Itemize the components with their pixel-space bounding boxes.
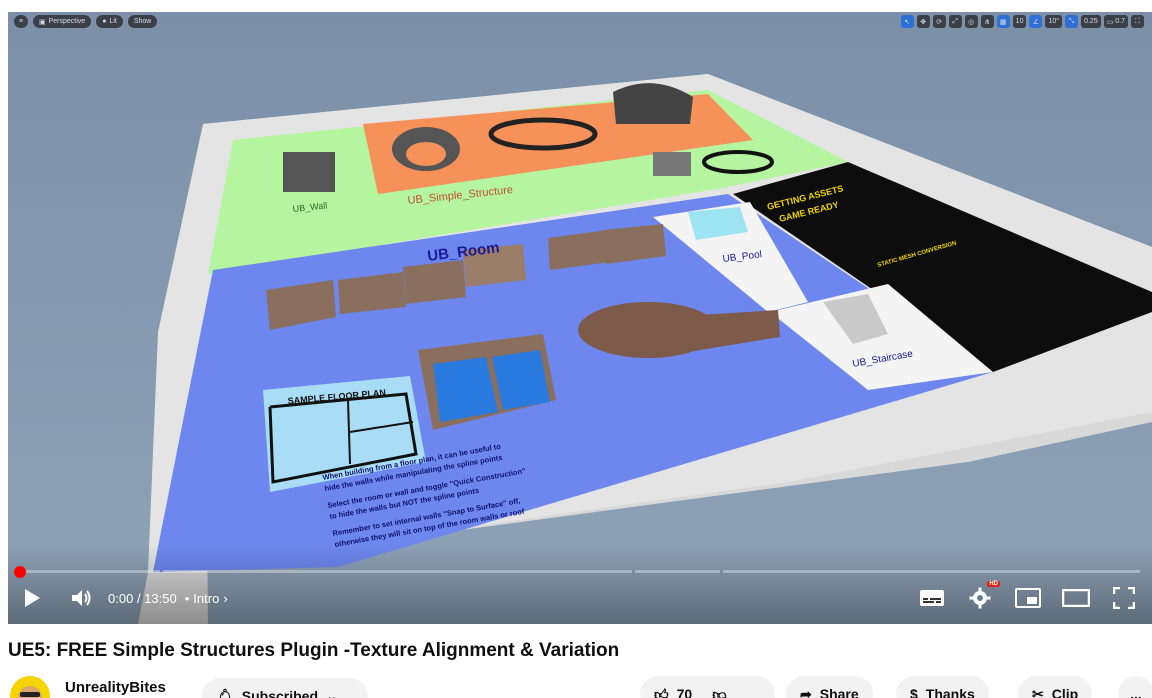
chapter-button[interactable]: • Intro › [185, 591, 228, 606]
hd-badge: HD [987, 581, 1000, 587]
scale-snap-icon: ⤡ [1068, 17, 1075, 25]
ue-perspective-button[interactable]: ▣ Perspective [33, 15, 92, 28]
ue-grid-snap-toggle[interactable]: ▦ [996, 15, 1010, 28]
youtube-watch-page: UB_Room SAMPLE FLOOR PLAN UB_Pool UB_Sta… [0, 0, 1152, 698]
fullscreen-button[interactable] [1108, 584, 1140, 612]
share-icon: ➦ [800, 685, 812, 698]
like-button[interactable]: 👍︎ 70 👎︎ [640, 676, 775, 698]
progress-bar[interactable] [20, 570, 1140, 573]
channel-name[interactable]: UnrealityBites [65, 679, 166, 696]
camera-icon: ▭ [1106, 18, 1114, 26]
ue-world-local-toggle[interactable]: ◎ [964, 15, 978, 28]
ue-viewport-toolbar-right: ↖ ✥ ⟳ ⤢ ◎ ⋔ ▦ 10 ∠ 10° ⤡ 0.25 ▭ 0.7 ⛶ [900, 15, 1144, 28]
room-model-3 [403, 260, 466, 304]
more-icon: ... [1130, 686, 1142, 698]
chapter-segment[interactable] [722, 570, 1140, 573]
volume-icon [72, 590, 91, 606]
video-meta-row: UnrealityBites 🔔︎ Subscribed ⌄ 👍︎ 70 👎︎ … [8, 672, 1152, 698]
ue-viewport-toolbar-left: ≡ ▣ Perspective ● Lit Show [14, 15, 158, 28]
thumbs-up-icon: 👍︎ [654, 685, 669, 698]
ue-show-button[interactable]: Show [127, 15, 158, 28]
ue-scale-tool[interactable]: ⤢ [948, 15, 962, 28]
settings-button[interactable]: HD [964, 581, 1000, 612]
video-title: UE5: FREE Simple Structures Plugin -Text… [8, 640, 620, 661]
chapter-segment[interactable] [20, 570, 160, 573]
ue-camera-speed[interactable]: ▭ 0.7 [1103, 15, 1128, 28]
unreal-viewport: UB_Room SAMPLE FLOOR PLAN UB_Pool UB_Sta… [8, 12, 1152, 624]
bell-icon: 🔔︎ [216, 687, 234, 698]
grid-icon: ▦ [999, 18, 1007, 26]
angle-icon: ∠ [1032, 18, 1040, 26]
ue-scale-snap-value[interactable]: 0.25 [1081, 15, 1101, 28]
play-button[interactable] [16, 584, 48, 612]
rotate-icon: ⟳ [936, 18, 943, 26]
player-controls-right: HD [916, 581, 1140, 612]
chapter-segment[interactable] [634, 570, 720, 573]
wall-model [283, 152, 335, 192]
fullscreen-icon [1113, 587, 1135, 609]
time-display: 0:00 / 13:50 [108, 590, 177, 606]
share-button[interactable]: ➦ Share [786, 676, 873, 698]
thanks-button[interactable]: $ Thanks [896, 676, 989, 698]
move-icon: ✥ [920, 18, 927, 26]
ue-move-tool[interactable]: ✥ [916, 15, 930, 28]
captions-icon [920, 590, 944, 606]
subtitles-button[interactable] [916, 584, 948, 612]
ue-grid-snap-value[interactable]: 10 [1012, 15, 1027, 28]
ue-lit-button[interactable]: ● Lit [96, 15, 123, 28]
hamburger-icon: ≡ [18, 18, 24, 25]
ue-select-tool[interactable]: ↖ [900, 15, 914, 28]
subscribed-button[interactable]: 🔔︎ Subscribed ⌄ [202, 678, 368, 698]
chevron-right-icon: › [223, 590, 228, 606]
gear-icon [969, 587, 991, 609]
scissors-icon: ✂ [1032, 685, 1044, 698]
chapter-segment[interactable] [162, 570, 632, 573]
ue-maximize-viewport[interactable]: ⛶ [1131, 15, 1144, 28]
thumbs-down-icon[interactable]: 👎︎ [712, 686, 726, 698]
theater-mode-button[interactable] [1060, 584, 1092, 612]
snap-icon: ⋔ [984, 18, 991, 26]
sphere-icon: ● [102, 18, 107, 25]
globe-icon: ◎ [968, 18, 975, 26]
ue-angle-snap-toggle[interactable]: ∠ [1029, 15, 1043, 28]
channel-avatar[interactable] [10, 676, 50, 698]
ue-angle-snap-value[interactable]: 10° [1045, 15, 1063, 28]
video-player[interactable]: UB_Room SAMPLE FLOOR PLAN UB_Pool UB_Sta… [8, 12, 1152, 624]
box-model [653, 152, 691, 176]
play-icon [25, 589, 40, 607]
miniplayer-button[interactable] [1012, 584, 1044, 612]
theater-icon [1062, 589, 1090, 607]
ue-surface-snap[interactable]: ⋔ [980, 15, 994, 28]
scrubber-handle[interactable] [14, 566, 26, 578]
ue-scale-snap-toggle[interactable]: ⤡ [1065, 15, 1079, 28]
scale-icon: ⤢ [952, 17, 958, 25]
maximize-icon: ⛶ [1135, 17, 1140, 25]
cursor-icon: ↖ [904, 18, 911, 26]
avatar-face-icon [18, 686, 42, 698]
ue-rotate-tool[interactable]: ⟳ [932, 15, 946, 28]
chevron-down-icon: ⌄ [326, 687, 338, 698]
clip-button[interactable]: ✂ Clip [1018, 676, 1093, 698]
more-actions-button[interactable]: ... [1118, 676, 1152, 698]
ue-menu-button[interactable]: ≡ [14, 15, 28, 28]
mute-button[interactable] [66, 584, 98, 612]
cube-icon: ▣ [39, 18, 46, 26]
thanks-icon: $ [910, 686, 918, 698]
miniplayer-icon [1015, 588, 1041, 608]
